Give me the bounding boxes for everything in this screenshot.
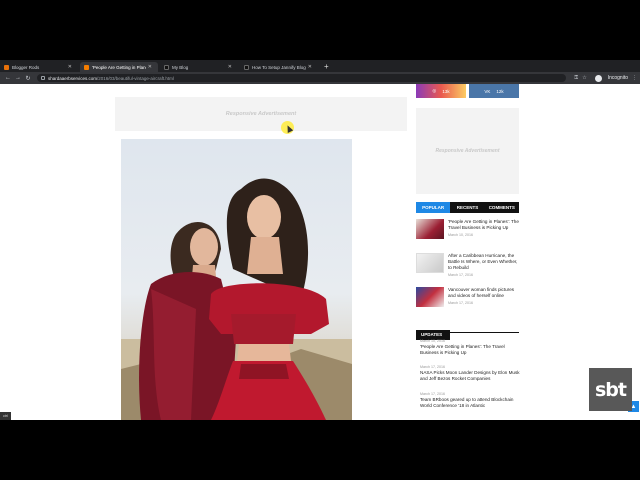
tab-recents[interactable]: RECENTS xyxy=(450,202,484,213)
sbt-watermark-logo: sbt xyxy=(589,368,632,411)
update-date: March 10, 2016 xyxy=(420,339,445,343)
responsive-ad-top[interactable]: Responsive Advertisement xyxy=(115,97,407,131)
two-models-photo xyxy=(121,178,352,420)
new-tab-button[interactable]: + xyxy=(320,62,333,72)
update-date: March 17, 2016 xyxy=(420,392,445,396)
toolbar-actions: ⚿ ☆ Incognito ⋮ xyxy=(570,74,637,82)
close-icon[interactable]: ✕ xyxy=(68,64,72,70)
tab-popular[interactable]: POPULAR xyxy=(416,202,451,213)
list-item[interactable]: 'People Are Getting in Planes': The Trav… xyxy=(416,219,519,239)
post-title[interactable]: Vancouver woman finds pictures and video… xyxy=(448,287,519,299)
responsive-ad-side[interactable]: Responsive Advertisement xyxy=(416,108,519,194)
list-item[interactable]: March 10, 2016 'People Are Getting in Pl… xyxy=(420,339,520,356)
site-favicon-icon xyxy=(84,64,89,70)
post-date: March 17, 2016 xyxy=(448,273,473,277)
incognito-label: Incognito xyxy=(607,75,628,81)
tab-strip: Blogger Rods ✕ 'People Are Getting in Pl… xyxy=(0,60,640,72)
tab-label: 'People Are Getting in Planes': Th xyxy=(92,64,146,70)
tab-label: Blogger Rods xyxy=(12,64,40,70)
key-icon[interactable]: ⚿ xyxy=(574,75,578,81)
tab-my-blog[interactable]: My Blog ✕ xyxy=(160,62,238,72)
reload-icon[interactable]: ↻ xyxy=(23,75,33,82)
blog-favicon-icon xyxy=(164,64,169,70)
tab-people-planes[interactable]: 'People Are Getting in Planes': Th ✕ xyxy=(80,62,158,72)
instagram-counter[interactable]: ◎ 13k xyxy=(416,84,466,98)
post-thumbnail xyxy=(416,219,444,239)
star-icon[interactable]: ☆ xyxy=(582,75,586,81)
url-host: shardaaerbservices.com xyxy=(48,75,98,81)
lock-icon xyxy=(41,76,45,80)
list-item[interactable]: After a Caribbean Hurricane, the Battle … xyxy=(416,253,519,277)
tab-setup-jannify[interactable]: How To Setup Jannify Blogger Te ✕ xyxy=(240,62,318,72)
menu-dots-icon[interactable]: ⋮ xyxy=(632,75,637,81)
tab-comments[interactable]: COMMENTS xyxy=(485,202,519,213)
browser-toolbar: ← → ↻ shardaaerbservices.com /2016/03/be… xyxy=(0,72,640,84)
back-arrow-icon[interactable]: ← xyxy=(3,75,13,81)
article-hero-image xyxy=(121,139,352,420)
list-item[interactable]: March 17, 2016 Team BRboos geared up to … xyxy=(420,392,520,409)
post-date: March 17, 2016 xyxy=(448,301,473,305)
updates-heading: UPDATES xyxy=(416,323,519,340)
vk-counter[interactable]: VK 12k xyxy=(469,84,519,98)
instagram-count: 13k xyxy=(442,88,450,94)
address-bar[interactable]: shardaaerbservices.com /2016/03/beautifu… xyxy=(37,74,567,82)
url-path: /2016/03/beautiful-vintage-aircraft.html xyxy=(97,75,174,81)
social-counters: ◎ 13k VK 12k xyxy=(416,84,519,98)
status-chip: ctrl xyxy=(0,412,11,420)
post-title[interactable]: 'People Are Getting in Planes': The Trav… xyxy=(448,219,519,231)
vk-icon: VK xyxy=(484,88,491,94)
vk-count: 12k xyxy=(496,88,504,94)
posts-tab-widget: POPULAR RECENTS COMMENTS xyxy=(416,202,519,213)
update-title[interactable]: 'People Are Getting in Planes': The Trav… xyxy=(420,344,520,356)
post-title[interactable]: After a Caribbean Hurricane, the Battle … xyxy=(448,253,519,271)
close-icon[interactable]: ✕ xyxy=(308,64,312,70)
tab-label: My Blog xyxy=(172,64,189,70)
update-title[interactable]: Team BRboos geared up to attend Blockcha… xyxy=(420,397,520,409)
tab-label: How To Setup Jannify Blogger Te xyxy=(252,64,306,70)
video-frame: Blogger Rods ✕ 'People Are Getting in Pl… xyxy=(0,0,640,480)
web-page: Responsive Advertisement ◎ 13k VK 12k Re… xyxy=(0,84,640,420)
close-icon[interactable]: ✕ xyxy=(148,64,152,70)
forward-arrow-icon[interactable]: → xyxy=(13,75,23,81)
sbt-favicon-icon xyxy=(244,64,249,70)
list-item[interactable]: March 17, 2016 NASA Picks Moon Lander De… xyxy=(420,365,520,382)
post-thumbnail xyxy=(416,287,444,307)
update-title[interactable]: NASA Picks Moon Lander Designs by Elon M… xyxy=(420,370,520,382)
incognito-badge[interactable]: Incognito xyxy=(591,74,628,82)
list-item[interactable]: Vancouver woman finds pictures and video… xyxy=(416,287,519,307)
update-date: March 17, 2016 xyxy=(420,365,445,369)
post-thumbnail xyxy=(416,253,444,273)
post-date: March 10, 2016 xyxy=(448,233,473,237)
tab-blogger-rods[interactable]: Blogger Rods ✕ xyxy=(0,62,78,72)
instagram-icon: ◎ xyxy=(432,88,437,93)
incognito-icon xyxy=(594,74,602,82)
close-icon[interactable]: ✕ xyxy=(228,64,232,70)
browser-window: Blogger Rods ✕ 'People Are Getting in Pl… xyxy=(0,60,640,420)
blogger-favicon-icon xyxy=(4,64,9,70)
